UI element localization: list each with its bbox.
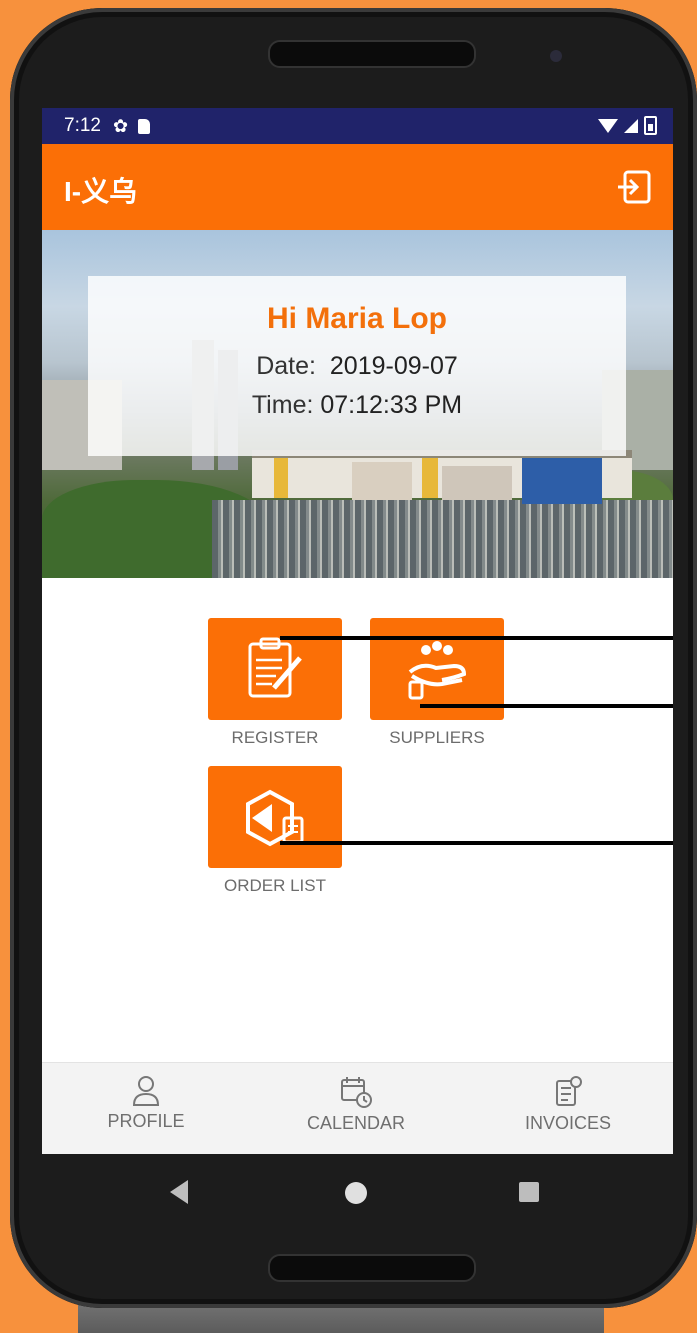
recent-apps-icon[interactable] bbox=[519, 1182, 539, 1202]
system-navigation-bar bbox=[42, 1154, 673, 1230]
wifi-icon bbox=[598, 118, 618, 133]
status-time: 7:12 bbox=[64, 115, 101, 136]
sd-card-icon bbox=[138, 118, 151, 134]
callout-line-order-list bbox=[280, 841, 673, 845]
front-camera bbox=[550, 50, 562, 62]
home-icon[interactable] bbox=[345, 1182, 367, 1204]
app-bar: I-义乌 bbox=[42, 144, 673, 230]
top-speaker bbox=[268, 40, 476, 68]
bottom-speaker bbox=[268, 1254, 476, 1282]
user-icon bbox=[132, 1076, 160, 1106]
register-label: REGISTER bbox=[231, 728, 319, 747]
suppliers-label: SUPPLIERS bbox=[389, 728, 485, 747]
time-label: Time: bbox=[251, 391, 314, 419]
time-line: Time: 07:12:33 PM bbox=[88, 391, 626, 420]
city-banner: Hi Maria Lop Date: 2019-09-07 Time: 07:1… bbox=[42, 230, 673, 578]
calendar-clock-icon bbox=[341, 1077, 372, 1108]
callout-line-suppliers bbox=[420, 704, 673, 708]
date-label: Date: bbox=[256, 352, 316, 380]
signal-icon bbox=[624, 118, 638, 133]
register-button[interactable] bbox=[208, 618, 342, 720]
invoice-icon bbox=[556, 1076, 582, 1106]
menu-tiles: REGISTER SUPPLIERS ORDER LIST bbox=[42, 578, 673, 1063]
nav-invoices-label: INVOICES bbox=[524, 1113, 612, 1133]
order-list-label: ORDER LIST bbox=[223, 876, 327, 895]
time-value: 07:12:33 PM bbox=[320, 391, 463, 419]
status-bar: 7:12 ✿ bbox=[42, 108, 673, 144]
clipboard-pen-icon bbox=[248, 637, 302, 698]
nav-calendar[interactable]: CALENDAR bbox=[300, 1075, 412, 1134]
bottom-navigation: PROFILE CALENDAR INVOICES bbox=[42, 1062, 673, 1154]
order-list-tile[interactable]: ORDER LIST bbox=[208, 766, 342, 896]
settings-gear-icon: ✿ bbox=[112, 115, 129, 136]
nav-calendar-label: CALENDAR bbox=[306, 1113, 406, 1133]
date-line: Date: 2019-09-07 bbox=[88, 352, 626, 381]
greeting-text: Hi Maria Lop bbox=[266, 302, 447, 335]
app-screen: 7:12 ✿ I-义乌 Hi Maria Lop Date: 2019-09-0… bbox=[42, 108, 673, 1154]
battery-icon bbox=[644, 116, 657, 135]
date-value: 2019-09-07 bbox=[329, 352, 458, 380]
exit-icon[interactable] bbox=[615, 168, 653, 206]
greeting-card: Hi Maria Lop Date: 2019-09-07 Time: 07:1… bbox=[88, 276, 626, 456]
app-title: I-义乌 bbox=[64, 176, 138, 207]
nav-profile-label: PROFILE bbox=[107, 1111, 185, 1131]
callout-line-register bbox=[280, 636, 673, 640]
nav-profile[interactable]: PROFILE bbox=[104, 1075, 188, 1132]
handshake-icon bbox=[408, 641, 467, 700]
order-list-button[interactable] bbox=[208, 766, 342, 868]
nav-invoices[interactable]: INVOICES bbox=[516, 1075, 620, 1134]
back-icon[interactable] bbox=[170, 1180, 188, 1204]
